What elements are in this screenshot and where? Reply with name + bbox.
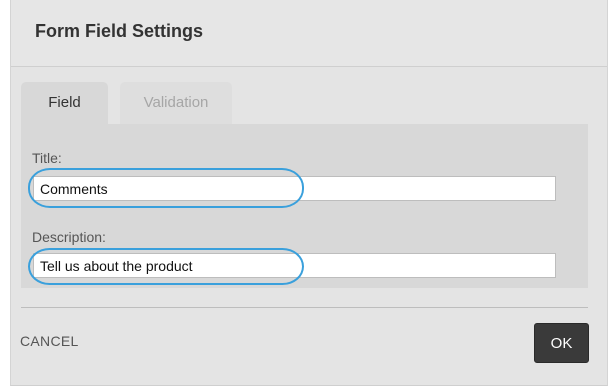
tab-validation[interactable]: Validation <box>120 82 232 124</box>
dialog-header: Form Field Settings <box>11 0 607 67</box>
description-label: Description: <box>32 229 106 245</box>
cancel-button[interactable]: CANCEL <box>20 333 79 349</box>
dialog-title: Form Field Settings <box>35 21 204 41</box>
ok-button[interactable]: OK <box>534 323 589 363</box>
title-label: Title: <box>32 150 62 166</box>
description-input[interactable] <box>33 253 556 278</box>
footer-divider <box>21 307 588 308</box>
title-input[interactable] <box>33 176 556 201</box>
tab-field[interactable]: Field <box>21 82 108 124</box>
